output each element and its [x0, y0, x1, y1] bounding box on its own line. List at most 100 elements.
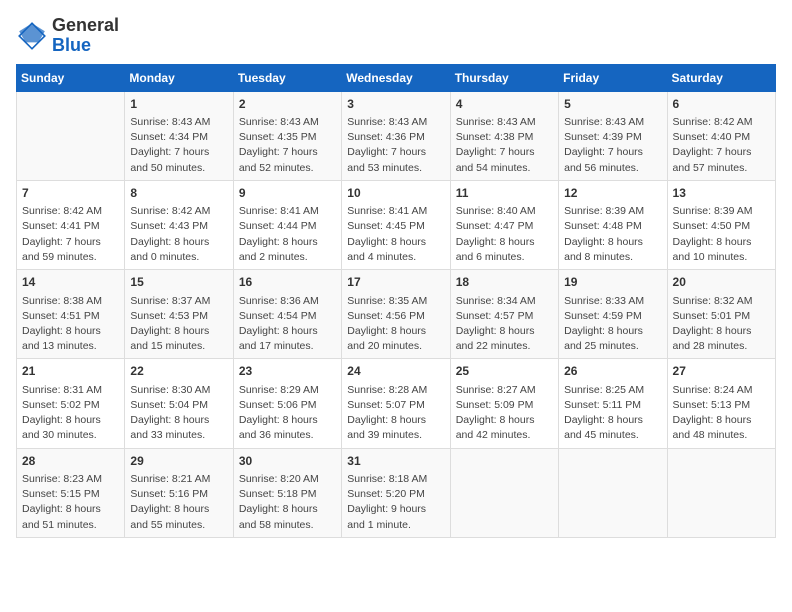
day-number: 20 [673, 274, 770, 291]
calendar-cell: 17 Sunrise: 8:35 AM Sunset: 4:56 PM Dayli… [342, 270, 450, 359]
calendar-cell [450, 448, 558, 537]
calendar-cell: 2 Sunrise: 8:43 AM Sunset: 4:35 PM Daylig… [233, 91, 341, 180]
cell-content: Sunrise: 8:43 AM Sunset: 4:34 PM Dayligh… [130, 115, 227, 176]
day-number: 17 [347, 274, 444, 291]
day-number: 11 [456, 185, 553, 202]
column-header-friday: Friday [559, 64, 667, 91]
calendar-cell: 5 Sunrise: 8:43 AM Sunset: 4:39 PM Daylig… [559, 91, 667, 180]
calendar-cell: 3 Sunrise: 8:43 AM Sunset: 4:36 PM Daylig… [342, 91, 450, 180]
calendar-cell: 15 Sunrise: 8:37 AM Sunset: 4:53 PM Dayli… [125, 270, 233, 359]
cell-content: Sunrise: 8:25 AM Sunset: 5:11 PM Dayligh… [564, 383, 661, 444]
cell-content: Sunrise: 8:30 AM Sunset: 5:04 PM Dayligh… [130, 383, 227, 444]
calendar-cell: 23Sunrise: 8:29 AM Sunset: 5:06 PM Dayli… [233, 359, 341, 448]
cell-content: Sunrise: 8:38 AM Sunset: 4:51 PM Dayligh… [22, 294, 119, 355]
cell-content: Sunrise: 8:32 AM Sunset: 5:01 PM Dayligh… [673, 294, 770, 355]
cell-content: Sunrise: 8:27 AM Sunset: 5:09 PM Dayligh… [456, 383, 553, 444]
day-number: 26 [564, 363, 661, 380]
cell-content: Sunrise: 8:40 AM Sunset: 4:47 PM Dayligh… [456, 204, 553, 265]
day-number: 7 [22, 185, 119, 202]
day-number: 6 [673, 96, 770, 113]
calendar-cell: 29Sunrise: 8:21 AM Sunset: 5:16 PM Dayli… [125, 448, 233, 537]
logo-text: General Blue [52, 16, 119, 56]
page-header: General Blue [16, 16, 776, 56]
column-header-thursday: Thursday [450, 64, 558, 91]
calendar-cell [559, 448, 667, 537]
calendar-cell: 18 Sunrise: 8:34 AM Sunset: 4:57 PM Dayli… [450, 270, 558, 359]
day-number: 12 [564, 185, 661, 202]
calendar-cell [17, 91, 125, 180]
calendar-cell: 28 Sunrise: 8:23 AM Sunset: 5:15 PM Dayli… [17, 448, 125, 537]
cell-content: Sunrise: 8:24 AM Sunset: 5:13 PM Dayligh… [673, 383, 770, 444]
day-number: 21 [22, 363, 119, 380]
calendar-cell: 6 Sunrise: 8:42 AM Sunset: 4:40 PM Daylig… [667, 91, 775, 180]
day-number: 28 [22, 453, 119, 470]
calendar-cell: 19 Sunrise: 8:33 AM Sunset: 4:59 PM Dayli… [559, 270, 667, 359]
calendar-cell: 7 Sunrise: 8:42 AM Sunset: 4:41 PM Daylig… [17, 180, 125, 269]
calendar-cell: 4 Sunrise: 8:43 AM Sunset: 4:38 PM Daylig… [450, 91, 558, 180]
day-number: 2 [239, 96, 336, 113]
cell-content: Sunrise: 8:34 AM Sunset: 4:57 PM Dayligh… [456, 294, 553, 355]
cell-content: Sunrise: 8:33 AM Sunset: 4:59 PM Dayligh… [564, 294, 661, 355]
logo-general: General [52, 15, 119, 35]
day-number: 1 [130, 96, 227, 113]
day-number: 13 [673, 185, 770, 202]
cell-content: Sunrise: 8:18 AM Sunset: 5:20 PM Dayligh… [347, 472, 444, 533]
calendar-cell: 21Sunrise: 8:31 AM Sunset: 5:02 PM Dayli… [17, 359, 125, 448]
day-number: 16 [239, 274, 336, 291]
cell-content: Sunrise: 8:43 AM Sunset: 4:38 PM Dayligh… [456, 115, 553, 176]
calendar-cell: 27Sunrise: 8:24 AM Sunset: 5:13 PM Dayli… [667, 359, 775, 448]
day-number: 14 [22, 274, 119, 291]
calendar-cell: 1 Sunrise: 8:43 AM Sunset: 4:34 PM Daylig… [125, 91, 233, 180]
calendar-cell: 20 Sunrise: 8:32 AM Sunset: 5:01 PM Dayli… [667, 270, 775, 359]
day-number: 30 [239, 453, 336, 470]
cell-content: Sunrise: 8:43 AM Sunset: 4:39 PM Dayligh… [564, 115, 661, 176]
cell-content: Sunrise: 8:36 AM Sunset: 4:54 PM Dayligh… [239, 294, 336, 355]
cell-content: Sunrise: 8:43 AM Sunset: 4:36 PM Dayligh… [347, 115, 444, 176]
calendar-table: SundayMondayTuesdayWednesdayThursdayFrid… [16, 64, 776, 538]
column-header-sunday: Sunday [17, 64, 125, 91]
calendar-cell: 10 Sunrise: 8:41 AM Sunset: 4:45 PM Dayli… [342, 180, 450, 269]
calendar-cell: 12Sunrise: 8:39 AM Sunset: 4:48 PM Dayli… [559, 180, 667, 269]
cell-content: Sunrise: 8:43 AM Sunset: 4:35 PM Dayligh… [239, 115, 336, 176]
day-number: 19 [564, 274, 661, 291]
cell-content: Sunrise: 8:23 AM Sunset: 5:15 PM Dayligh… [22, 472, 119, 533]
calendar-week-row: 1 Sunrise: 8:43 AM Sunset: 4:34 PM Daylig… [17, 91, 776, 180]
calendar-week-row: 7 Sunrise: 8:42 AM Sunset: 4:41 PM Daylig… [17, 180, 776, 269]
logo-blue: Blue [52, 35, 91, 55]
day-number: 4 [456, 96, 553, 113]
day-number: 3 [347, 96, 444, 113]
calendar-cell: 14 Sunrise: 8:38 AM Sunset: 4:51 PM Dayli… [17, 270, 125, 359]
column-header-tuesday: Tuesday [233, 64, 341, 91]
day-number: 18 [456, 274, 553, 291]
cell-content: Sunrise: 8:20 AM Sunset: 5:18 PM Dayligh… [239, 472, 336, 533]
cell-content: Sunrise: 8:29 AM Sunset: 5:06 PM Dayligh… [239, 383, 336, 444]
calendar-cell: 9 Sunrise: 8:41 AM Sunset: 4:44 PM Daylig… [233, 180, 341, 269]
calendar-cell: 22 Sunrise: 8:30 AM Sunset: 5:04 PM Dayli… [125, 359, 233, 448]
day-number: 5 [564, 96, 661, 113]
day-number: 22 [130, 363, 227, 380]
cell-content: Sunrise: 8:41 AM Sunset: 4:45 PM Dayligh… [347, 204, 444, 265]
column-header-monday: Monday [125, 64, 233, 91]
day-number: 15 [130, 274, 227, 291]
calendar-cell: 25 Sunrise: 8:27 AM Sunset: 5:09 PM Dayli… [450, 359, 558, 448]
cell-content: Sunrise: 8:28 AM Sunset: 5:07 PM Dayligh… [347, 383, 444, 444]
column-header-saturday: Saturday [667, 64, 775, 91]
cell-content: Sunrise: 8:42 AM Sunset: 4:41 PM Dayligh… [22, 204, 119, 265]
day-number: 10 [347, 185, 444, 202]
day-number: 8 [130, 185, 227, 202]
calendar-week-row: 28 Sunrise: 8:23 AM Sunset: 5:15 PM Dayli… [17, 448, 776, 537]
cell-content: Sunrise: 8:42 AM Sunset: 4:40 PM Dayligh… [673, 115, 770, 176]
cell-content: Sunrise: 8:42 AM Sunset: 4:43 PM Dayligh… [130, 204, 227, 265]
calendar-cell [667, 448, 775, 537]
calendar-cell: 26 Sunrise: 8:25 AM Sunset: 5:11 PM Dayli… [559, 359, 667, 448]
day-number: 24 [347, 363, 444, 380]
cell-content: Sunrise: 8:41 AM Sunset: 4:44 PM Dayligh… [239, 204, 336, 265]
column-header-wednesday: Wednesday [342, 64, 450, 91]
day-number: 9 [239, 185, 336, 202]
day-number: 25 [456, 363, 553, 380]
cell-content: Sunrise: 8:35 AM Sunset: 4:56 PM Dayligh… [347, 294, 444, 355]
calendar-cell: 24 Sunrise: 8:28 AM Sunset: 5:07 PM Dayli… [342, 359, 450, 448]
calendar-week-row: 21Sunrise: 8:31 AM Sunset: 5:02 PM Dayli… [17, 359, 776, 448]
day-number: 29 [130, 453, 227, 470]
cell-content: Sunrise: 8:37 AM Sunset: 4:53 PM Dayligh… [130, 294, 227, 355]
